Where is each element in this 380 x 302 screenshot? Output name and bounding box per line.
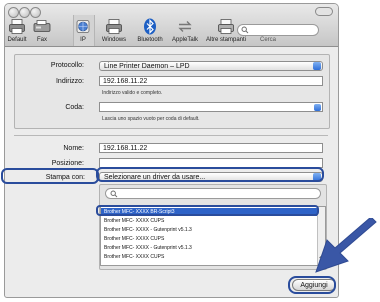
search-icon [110,190,118,198]
add-printer-window: Default Fax IP Windows Bluetooth AppleTa… [4,3,339,298]
bluetooth-icon [144,18,156,35]
protocol-value: Line Printer Daemon – LPD [104,63,190,70]
address-label: Indirizzo: [55,78,84,85]
position-label: Posizione: [51,160,84,167]
driver-row[interactable]: Brother MFC- XXXX CUPS [101,235,317,243]
toolbar-item-appletalk[interactable]: AppleTalk [168,17,202,45]
fax-icon [33,20,51,32]
search-icon [241,26,249,34]
toolbar-label-fax: Fax [36,37,47,43]
toolbar-label-windows: Windows [101,37,127,43]
address-hint: Indirizzo valido e completo. [102,90,163,96]
toolbar-item-fax[interactable]: Fax [32,17,52,45]
toolbar-label-other-printers: Altre stampanti [205,37,247,43]
protocol-select[interactable]: Line Printer Daemon – LPD [99,61,323,71]
appletalk-icon [178,21,192,32]
toolbar-label-default: Default [7,37,27,43]
address-field[interactable]: 192.168.11.22 [99,76,323,86]
address-value: 192.168.11.22 [103,78,148,85]
driver-search-input[interactable] [105,188,321,199]
toolbar-item-windows[interactable]: Windows [97,17,131,45]
add-button-callout [288,276,336,294]
queue-hint: Lascia uno spazio vuoto per coda di defa… [102,116,200,122]
divider [14,135,328,136]
print-with-select-callout [96,167,324,182]
driver-row[interactable]: Brother MFC- XXXX CUPS [101,217,317,225]
driver-row[interactable]: Brother MFC- XXXX - Gutenprint v5.1.3 [101,244,317,252]
toolbar-item-default[interactable]: Default [7,17,27,45]
name-field[interactable]: 192.168.11.22 [99,143,323,153]
toolbar-item-ip[interactable]: IP [74,17,92,45]
toolbar-label-appletalk: AppleTalk [171,37,198,43]
toolbar: Default Fax IP Windows Bluetooth AppleTa… [5,4,338,47]
search-label: Cerca [260,37,277,43]
toolbar-item-bluetooth[interactable]: Bluetooth [135,17,165,45]
toolbar-label-bluetooth: Bluetooth [137,37,163,43]
chevron-down-icon[interactable] [314,104,321,111]
printer-icon [218,19,234,34]
arrow-icon [315,218,377,273]
chevron-updown-icon [313,62,321,70]
toolbar-label-ip: IP [80,37,86,43]
driver-row[interactable]: Brother MFC- XXXX - Gutenprint v5.1.3 [101,226,317,234]
queue-field[interactable] [99,102,323,112]
search-input[interactable] [237,24,319,36]
globe-icon [76,20,90,33]
driver-row[interactable]: Brother MFC- XXXX CUPS [101,253,317,261]
name-label: Nome: [63,145,84,152]
toolbar-toggle-button[interactable] [315,7,333,16]
print-with-label-callout [1,168,99,184]
printer-icon [106,19,122,34]
protocol-label: Protocollo: [50,62,84,69]
name-value: 192.168.11.22 [103,145,148,152]
queue-label: Coda: [65,104,84,111]
printer-icon [9,19,25,34]
selected-driver-callout [96,205,319,216]
